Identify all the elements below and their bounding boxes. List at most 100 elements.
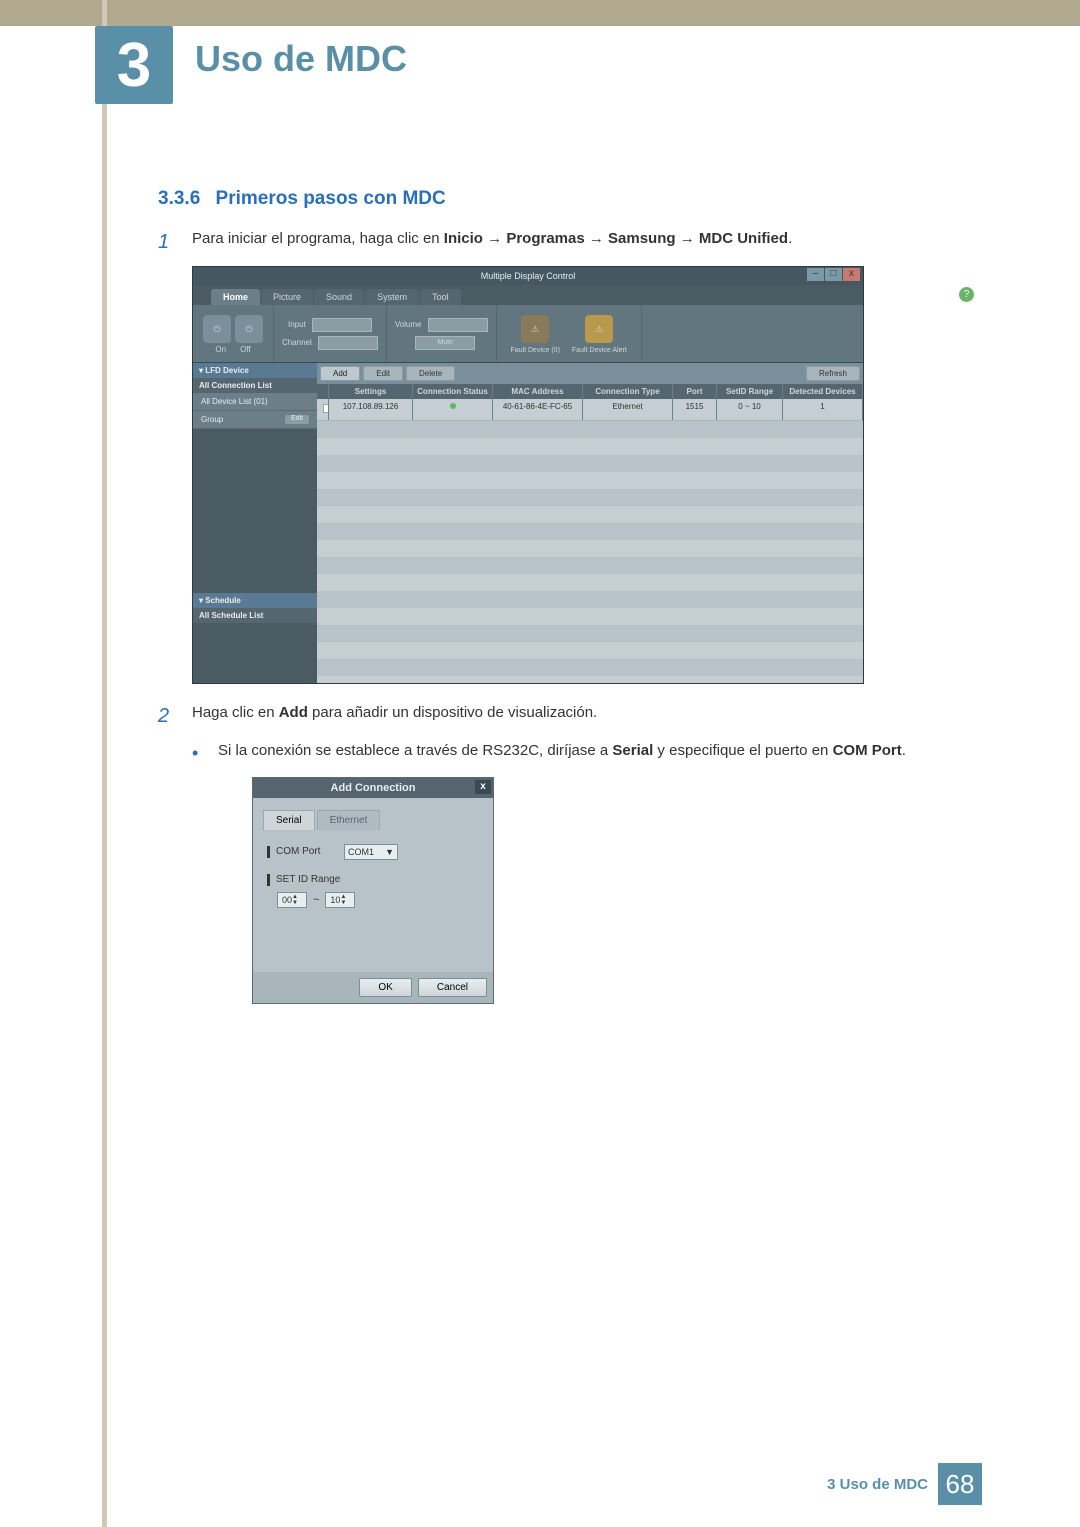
dialog-footer: OK Cancel [253,972,493,1003]
chevron-down-icon: ▼ [385,847,394,857]
cell-conn-type: Ethernet [583,399,673,420]
app-title: Multiple Display Control [481,271,576,281]
setid-range-row: 00 ▲▼ ~ 10 ▲▼ [277,892,479,908]
tab-tool[interactable]: Tool [420,289,461,305]
page-number-badge: 68 [938,1463,982,1505]
mute-field[interactable]: Mute [415,336,475,350]
section-heading: 3.3.6 Primeros pasos con MDC [158,188,980,210]
dialog-body: COM Port COM1 ▼ SET ID Range 00 ▲▼ ~ 10 … [253,830,493,972]
th-checkbox [317,384,329,399]
page-content: 3.3.6 Primeros pasos con MDC 1 Para inic… [158,188,980,1004]
cell-settings: 107.108.89.126 [329,399,413,420]
bullet-icon: • [192,740,218,763]
edit-button[interactable]: Edit [363,366,403,381]
com-port-label: COM Port [276,846,344,857]
sidebar-all-schedule[interactable]: All Schedule List [193,608,317,623]
dialog-title: Add Connection x [253,778,493,798]
step-number: 2 [158,702,192,730]
th-conn-type: Connection Type [583,384,673,399]
stepper-icon: ▲▼ [340,894,350,906]
sidebar-schedule-header[interactable]: ▾ Schedule [193,593,317,608]
th-detected: Detected Devices [783,384,863,399]
com-port-select[interactable]: COM1 ▼ [344,844,398,860]
step-number: 1 [158,228,192,256]
sidebar: ▾ LFD Device All Connection List All Dev… [193,363,317,683]
main-area: Add Edit Delete Refresh Settings Connect… [317,363,863,683]
left-margin-rule [102,0,107,1527]
cell-mac: 40-61-86-4E-FC-65 [493,399,583,420]
tab-system[interactable]: System [365,289,419,305]
com-port-row: COM Port COM1 ▼ [267,844,479,860]
field-marker-icon [267,874,270,886]
tab-home[interactable]: Home [211,289,260,305]
app-body: ▾ LFD Device All Connection List All Dev… [193,363,863,683]
sidebar-lfd-header[interactable]: ▾ LFD Device [193,363,317,378]
step-1: 1 Para iniciar el programa, haga clic en… [158,228,980,256]
help-icon[interactable]: ? [959,287,974,302]
ribbon-input-group: Input Channel [274,305,387,362]
sidebar-all-device[interactable]: All Device List (01) [193,393,317,411]
table-header: Settings Connection Status MAC Address C… [317,384,863,399]
range-separator: ~ [313,894,319,906]
step-2: 2 Haga clic en Add para añadir un dispos… [158,702,980,730]
setid-label: SET ID Range [276,874,340,885]
sidebar-all-connection[interactable]: All Connection List [193,378,317,393]
delete-button[interactable]: Delete [406,366,455,381]
ok-button[interactable]: OK [359,978,411,997]
tab-picture[interactable]: Picture [261,289,313,305]
chapter-title: Uso de MDC [195,38,407,80]
dialog-tabs: Serial Ethernet [253,798,493,830]
minimize-icon[interactable]: – [807,268,824,281]
table-row[interactable]: 107.108.89.126 40-61-86-4E-FC-65 Etherne… [317,399,863,421]
close-icon[interactable]: x [843,268,860,281]
fault-device-icon[interactable]: ⚠ [521,315,549,343]
th-settings: Settings [329,384,413,399]
cell-detected: 1 [783,399,863,420]
add-button[interactable]: Add [320,366,360,381]
th-mac: MAC Address [493,384,583,399]
power-off-icon[interactable]: ⏻ [235,315,263,343]
power-on-icon[interactable]: ⏻ [203,315,231,343]
fault-device-label: Fault Device (0) [511,347,560,354]
tab-sound[interactable]: Sound [314,289,364,305]
sidebar-group[interactable]: Group Edit [193,411,317,429]
channel-field[interactable] [318,336,378,350]
cell-status [413,399,493,420]
th-port: Port [673,384,717,399]
cancel-button[interactable]: Cancel [418,978,487,997]
input-select[interactable] [312,318,372,332]
maximize-icon[interactable]: □ [825,268,842,281]
footer-chapter-text: 3 Uso de MDC [827,1476,928,1493]
bullet-serial: • Si la conexión se establece a través d… [192,740,980,763]
top-decor-bar [0,0,1080,26]
fault-alert-icon[interactable]: ⚠ [585,315,613,343]
app-window-screenshot: Multiple Display Control – □ x Home Pict… [192,266,864,684]
tab-ethernet[interactable]: Ethernet [317,810,381,830]
bullet-text: Si la conexión se establece a través de … [218,740,980,763]
channel-label: Channel [282,338,312,347]
fault-alert-label: Fault Device Alert [572,347,627,354]
th-setid: SetID Range [717,384,783,399]
refresh-button[interactable]: Refresh [806,366,860,381]
cell-port: 1515 [673,399,717,420]
range-to-stepper[interactable]: 10 ▲▼ [325,892,355,908]
add-connection-dialog: Add Connection x Serial Ethernet COM Por… [252,777,494,1004]
table-empty-rows [317,421,863,683]
input-label: Input [288,320,306,329]
chapter-number-badge: 3 [95,26,173,104]
window-buttons: – □ x [806,268,860,281]
dialog-close-icon[interactable]: x [475,780,491,794]
app-tabs: Home Picture Sound System Tool [193,285,863,305]
setid-label-row: SET ID Range [267,874,479,886]
tab-serial[interactable]: Serial [263,810,315,830]
ribbon-volume-group: Volume . Mute [387,305,497,362]
app-titlebar: Multiple Display Control – □ x [193,267,863,285]
ribbon: ⏻ ⏻ On Off Input Channel [193,305,863,363]
toolbar: Add Edit Delete Refresh [317,363,863,384]
th-conn-status: Connection Status [413,384,493,399]
off-label: Off [240,345,251,354]
section-title: Primeros pasos con MDC [216,188,446,209]
range-from-stepper[interactable]: 00 ▲▼ [277,892,307,908]
volume-field[interactable] [428,318,488,332]
sidebar-edit-button[interactable]: Edit [285,415,309,424]
